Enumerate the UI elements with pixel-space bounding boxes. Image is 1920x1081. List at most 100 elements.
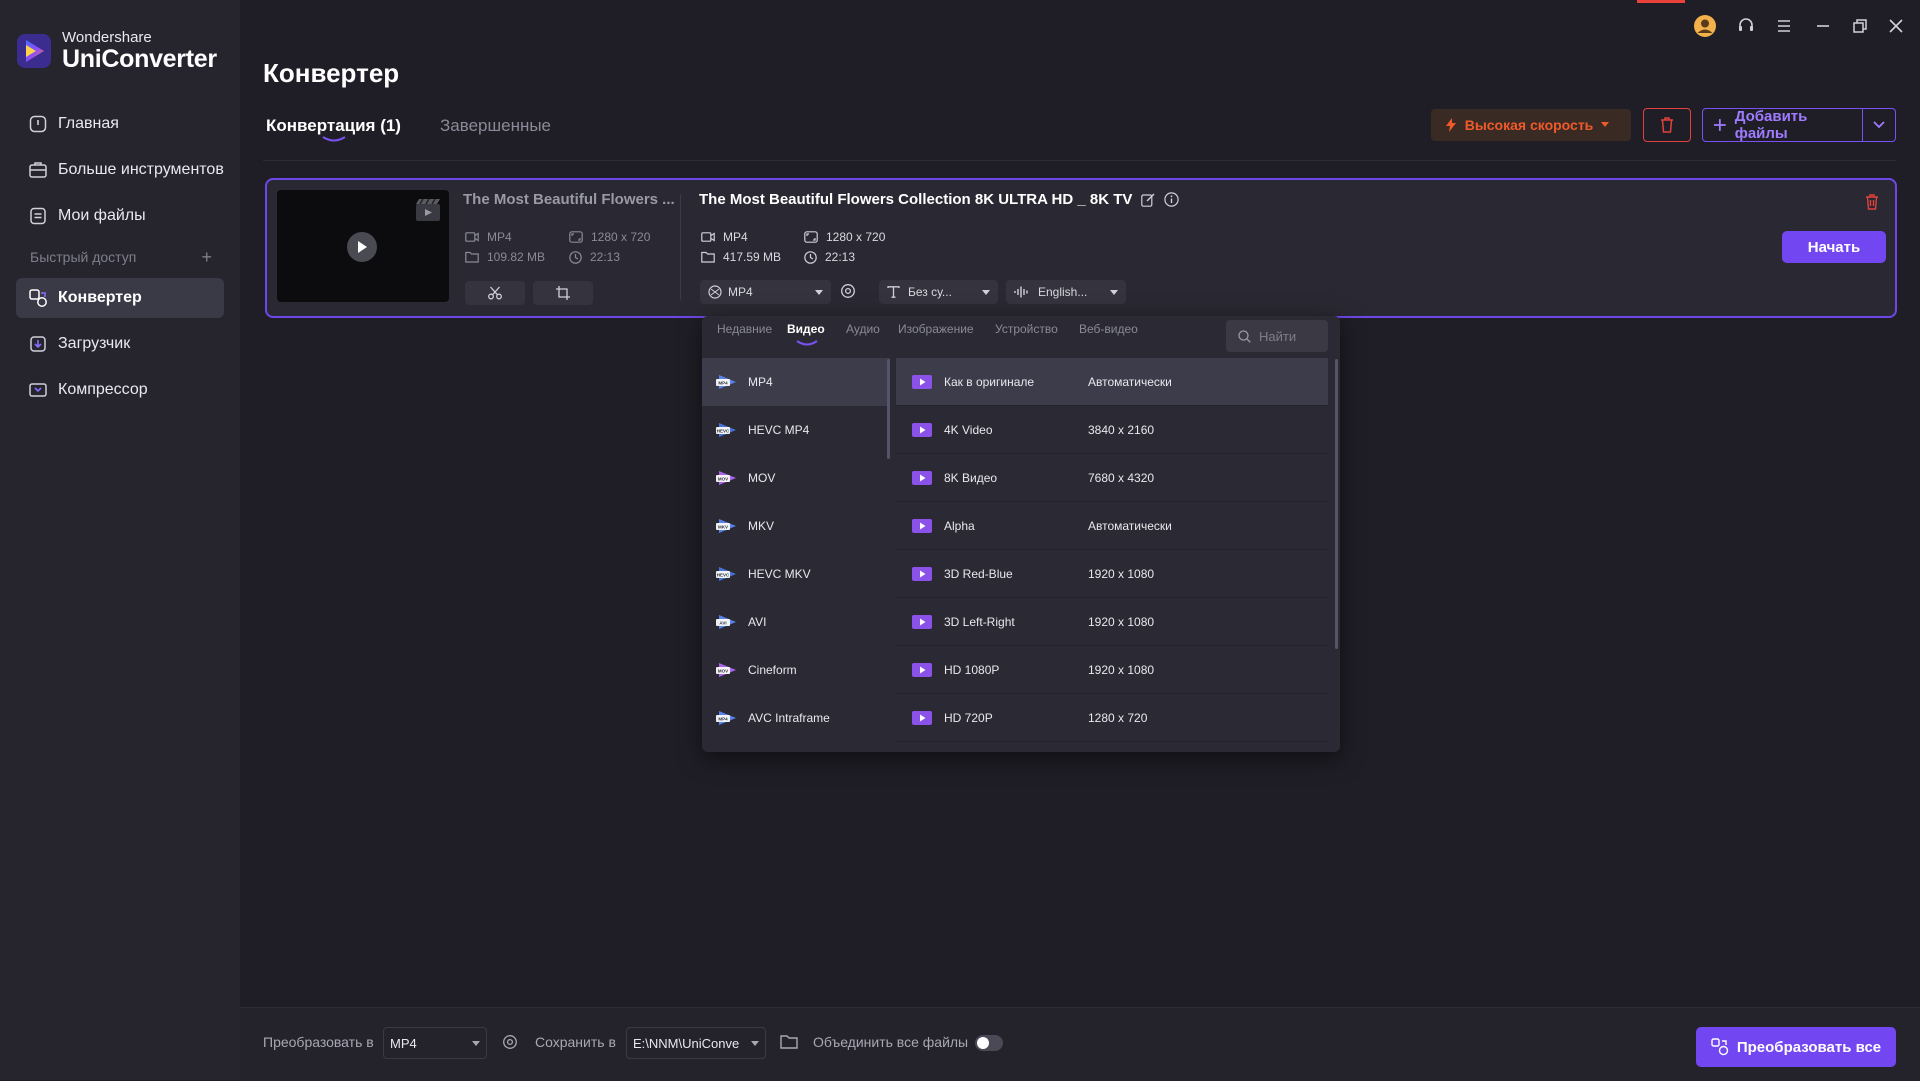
add-files-button[interactable]: Добавить файлы [1702,108,1896,142]
save-path-select[interactable]: E:\NNM\UniConve [626,1027,766,1059]
preset-value: 1920 x 1080 [1088,662,1155,677]
video-preset-icon [912,374,932,389]
svg-text:AVI: AVI [719,621,726,626]
merge-files-toggle[interactable] [975,1035,1003,1051]
toggle-knob [977,1037,989,1049]
sidebar-nav: Главная Больше инструментов Мои файлы Бы… [16,104,224,416]
toolbox-icon [29,162,47,178]
high-speed-label: Высокая скорость [1464,117,1594,133]
source-duration: 22:13 [569,250,620,264]
tab-audio[interactable]: Аудио [846,322,880,336]
sidebar-item-my-files[interactable]: Мои файлы [16,196,224,236]
svg-text:HEVC: HEVC [717,573,730,578]
convert-all-button[interactable]: Преобразовать все [1696,1027,1896,1067]
source-resolution: 1280 x 720 [569,230,650,244]
menu-button[interactable] [1770,12,1798,40]
brand-top: Wondershare [62,29,152,46]
sidebar-item-label: Больше инструментов [58,161,224,178]
convert-all-icon [1711,1038,1729,1056]
subtitle-select[interactable]: Без су... [879,280,998,304]
sidebar-item-home[interactable]: Главная [16,104,224,144]
tab-completed[interactable]: Завершенные [440,116,551,136]
add-quick-access-icon[interactable]: + [201,247,212,268]
start-convert-button[interactable]: Начать [1782,231,1886,263]
tab-device[interactable]: Устройство [995,322,1058,336]
format-item[interactable]: MP4 MP4 [702,358,890,406]
minimize-button[interactable] [1809,12,1837,40]
video-camera-icon [465,232,479,242]
file-card[interactable]: The Most Beautiful Flowers ... MP4 1280 … [265,178,1897,318]
menu-icon [1778,20,1790,32]
chevron-down-icon [1873,121,1885,129]
sidebar-item-converter[interactable]: Конвертер [16,278,224,318]
format-item[interactable]: HEVC HEVC MP4 [702,406,890,454]
crop-button[interactable] [533,281,593,305]
clock-icon [569,250,582,264]
sidebar-item-more-tools[interactable]: Больше инструментов [16,150,224,190]
preset-item[interactable]: 8K Видео 7680 x 4320 [896,454,1328,502]
video-preset-icon [912,470,932,485]
brand-bottom: UniConverter [62,45,217,73]
edit-icon[interactable] [1141,193,1155,207]
trim-button[interactable] [465,281,525,305]
high-speed-button[interactable]: Высокая скорость [1431,109,1631,141]
source-format: MP4 [465,230,512,244]
format-search-input[interactable]: Найти [1226,320,1328,352]
format-item[interactable]: MOV Cineform [702,646,890,694]
close-button[interactable] [1882,12,1910,40]
audio-track-select[interactable]: English... [1006,280,1126,304]
preset-item[interactable]: 3D Left-Right 1920 x 1080 [896,598,1328,646]
convert-settings-gear-icon[interactable] [502,1034,518,1050]
format-item[interactable]: MKV MKV [702,502,890,550]
add-files-dropdown[interactable] [1863,121,1895,129]
svg-text:MP4: MP4 [718,381,728,386]
format-list-scrollbar[interactable] [887,359,890,459]
sidebar-item-downloader[interactable]: Загрузчик [16,324,224,364]
sidebar: Wondershare UniConverter Главная Больше … [0,0,240,1080]
uniconverter-logo-icon [17,34,51,68]
header-divider [263,160,1896,161]
format-item-label: AVC Intraframe [748,711,830,725]
preset-item[interactable]: HD 720P 1280 x 720 [896,694,1328,742]
video-thumbnail[interactable] [277,190,449,302]
preset-item[interactable]: Alpha Автоматически [896,502,1328,550]
sidebar-item-label: Конвертер [58,289,142,306]
tab-web-video[interactable]: Веб-видео [1079,322,1138,336]
convert-to-label: Преобразовать в [263,1034,374,1050]
open-folder-icon[interactable] [780,1034,798,1050]
output-format-select[interactable]: MP4 [700,280,831,304]
top-accent-bar [1637,0,1685,3]
video-format-icon: MKV [716,519,736,533]
tab-recent[interactable]: Недавние [717,322,772,336]
format-item[interactable]: MOV MOV [702,454,890,502]
tab-image[interactable]: Изображение [898,322,974,336]
video-preset-icon [912,566,932,581]
account-button[interactable] [1691,12,1719,40]
preset-item[interactable]: HD 1080P 1920 x 1080 [896,646,1328,694]
preset-item[interactable]: Как в оригинале Автоматически [896,358,1328,406]
video-preset-icon [912,614,932,629]
preset-list-scrollbar[interactable] [1335,359,1338,649]
delete-all-button[interactable] [1643,108,1691,142]
tab-converting[interactable]: Конвертация (1) [266,116,401,136]
info-icon[interactable] [1164,192,1180,207]
preset-value: 1920 x 1080 [1088,614,1155,629]
video-format-icon: MP4 [716,375,736,389]
remove-file-icon[interactable] [1865,194,1879,210]
sidebar-item-compressor[interactable]: Компрессор [16,370,224,410]
format-item-label: MOV [748,471,776,485]
caret-down-icon [982,289,990,295]
settings-gear-icon[interactable] [840,283,856,299]
tab-video[interactable]: Видео [787,322,825,336]
save-to-label: Сохранить в [535,1034,616,1050]
restore-button[interactable] [1846,12,1874,40]
format-item-label: AVI [748,615,767,629]
preset-item[interactable]: 3D Red-Blue 1920 x 1080 [896,550,1328,598]
preset-item[interactable]: 4K Video 3840 x 2160 [896,406,1328,454]
support-button[interactable] [1732,12,1760,40]
format-item[interactable]: AVI AVI [702,598,890,646]
convert-to-select[interactable]: MP4 [383,1027,487,1059]
format-item[interactable]: MP4 AVC Intraframe [702,694,890,742]
format-item[interactable]: HEVC HEVC MKV [702,550,890,598]
play-button[interactable] [347,232,377,262]
